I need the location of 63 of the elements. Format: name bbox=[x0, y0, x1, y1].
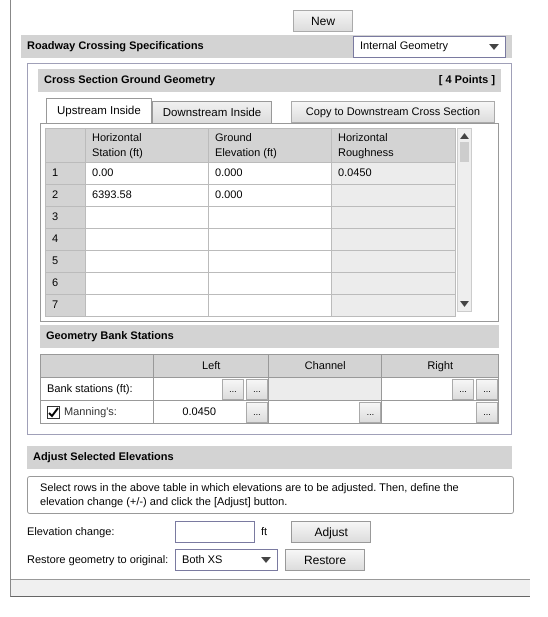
scroll-down-icon[interactable] bbox=[460, 301, 469, 307]
copy-button[interactable]: Copy to Downstream Cross Section bbox=[290, 101, 495, 123]
unit-label: ft bbox=[261, 524, 268, 540]
row-number: 7 bbox=[46, 294, 86, 316]
ellipsis-button[interactable]: ... bbox=[476, 378, 498, 400]
row-number: 3 bbox=[46, 206, 86, 228]
info-text: Select rows in the above table in which elevations are to be adjusted. Then, define the elevation change (+/-) and click the [Adjust] button. bbox=[40, 482, 459, 508]
dropdown-arrow-icon bbox=[489, 44, 499, 50]
table-cell[interactable] bbox=[208, 272, 332, 294]
row-number: 5 bbox=[46, 250, 86, 272]
restore-label: Restore geometry to original: bbox=[27, 552, 170, 568]
table-cell[interactable] bbox=[86, 294, 208, 316]
column-header: Ground Elevation (ft) bbox=[215, 131, 278, 161]
row-label: Bank stations (ft): bbox=[47, 382, 133, 397]
table-cell[interactable] bbox=[86, 272, 208, 294]
checkbox[interactable] bbox=[47, 406, 60, 418]
row-label: Manning's: bbox=[64, 404, 117, 420]
adjust-button[interactable]: Adjust bbox=[291, 521, 372, 543]
row-number: 6 bbox=[46, 272, 86, 294]
table-cell: 0.0450 bbox=[332, 162, 456, 184]
elevation-label: Elevation change: bbox=[27, 524, 116, 540]
row-number: 2 bbox=[46, 184, 86, 206]
table-cell[interactable]: 0.0450 bbox=[154, 402, 244, 422]
column-header: Horizontal Station (ft) bbox=[92, 131, 144, 161]
column-header: Left bbox=[154, 354, 268, 378]
ellipsis-button[interactable]: ... bbox=[246, 402, 268, 422]
column-header: Channel bbox=[268, 354, 382, 378]
section-title: Cross Section Ground Geometry bbox=[44, 73, 216, 88]
restore-dropdown[interactable]: Both XS bbox=[175, 549, 278, 571]
table-cell[interactable]: 6393.58 bbox=[86, 184, 208, 206]
table-cell[interactable]: 0.00 bbox=[86, 162, 208, 184]
table-cell[interactable] bbox=[86, 206, 208, 228]
table-cell[interactable] bbox=[208, 228, 332, 250]
ellipsis-button[interactable]: ... bbox=[452, 378, 474, 400]
section-title: Geometry Bank Stations bbox=[46, 329, 174, 344]
geometry-dropdown[interactable]: Internal Geometry bbox=[353, 36, 506, 58]
table-cell[interactable] bbox=[86, 228, 208, 250]
ellipsis-button[interactable]: ... bbox=[222, 378, 244, 400]
table-cell[interactable] bbox=[208, 250, 332, 272]
restore-button[interactable]: Restore bbox=[285, 549, 365, 571]
table-cell[interactable]: 0.000 bbox=[208, 184, 332, 206]
scroll-thumb[interactable] bbox=[460, 142, 469, 162]
scrollbar[interactable] bbox=[457, 128, 472, 312]
column-header: Horizontal Roughness bbox=[338, 131, 395, 161]
table-cell[interactable] bbox=[208, 294, 332, 316]
point-count: [ 4 Points ] bbox=[438, 73, 495, 88]
ellipsis-button[interactable]: ... bbox=[246, 378, 268, 400]
elevation-input[interactable] bbox=[175, 521, 255, 543]
scroll-up-icon[interactable] bbox=[460, 133, 469, 139]
section-title: Adjust Selected Elevations bbox=[33, 450, 174, 466]
tab[interactable]: Downstream Inside bbox=[152, 101, 272, 123]
ellipsis-button[interactable]: ... bbox=[476, 402, 498, 422]
table-cell[interactable] bbox=[208, 206, 332, 228]
column-header: Right bbox=[382, 354, 498, 378]
dropdown-arrow-icon bbox=[261, 557, 271, 563]
row-number: 4 bbox=[46, 228, 86, 250]
ellipsis-button[interactable]: ... bbox=[359, 402, 382, 422]
section-title: Roadway Crossing Specifications bbox=[27, 39, 204, 54]
toolbar-button[interactable]: New bbox=[293, 10, 353, 32]
row-number: 1 bbox=[46, 162, 86, 184]
table-cell[interactable]: 0.000 bbox=[208, 162, 332, 184]
table-cell[interactable] bbox=[86, 250, 208, 272]
tab[interactable]: Upstream Inside bbox=[46, 98, 152, 123]
